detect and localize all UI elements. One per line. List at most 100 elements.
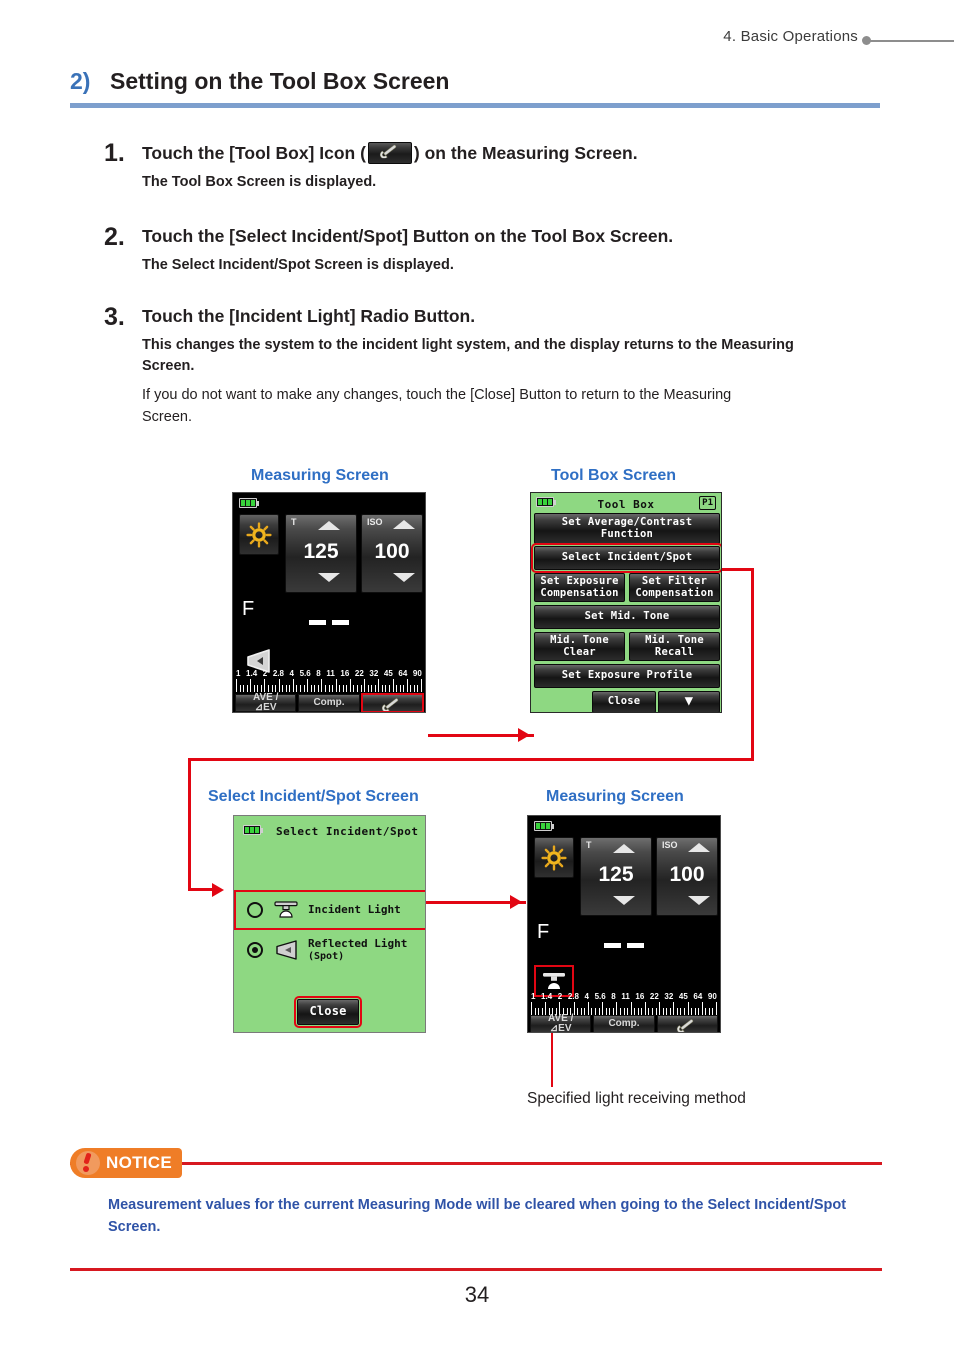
wrench-icon: [677, 1018, 694, 1032]
iso-up-icon[interactable]: [393, 520, 415, 529]
scale-tick-label: 5.6: [299, 669, 311, 678]
step-3-subtext: This changes the system to the incident …: [142, 336, 794, 374]
figure-group: Measuring Screen T 125 ISO 100 F 1 1.4 2…: [0, 458, 954, 1107]
scale-tick-label: 8: [316, 669, 321, 678]
toolbox-title: Tool Box: [597, 498, 655, 511]
iso-down-icon[interactable]: [393, 573, 415, 582]
btn-line1: Set Average/Contrast: [561, 515, 693, 528]
ave-ev-button[interactable]: AVE / ⊿EV: [530, 1012, 592, 1033]
scale-tick-label: 64: [398, 669, 408, 678]
set-exposure-profile-button[interactable]: Set Exposure Profile: [534, 664, 720, 688]
btn-line1: Close: [607, 695, 641, 708]
shutter-value: 125: [303, 540, 339, 563]
aperture-label: F: [242, 598, 255, 620]
select-incident-spot-screen[interactable]: Select Incident/Spot Incident Light Refl…: [233, 815, 426, 1033]
shutter-up-icon[interactable]: [613, 844, 635, 853]
incident-light-radio[interactable]: Incident Light: [234, 890, 425, 930]
close-button[interactable]: Close: [294, 996, 362, 1028]
scale-tick-label: 32: [369, 669, 379, 678]
tool-box-button[interactable]: [656, 1015, 718, 1032]
step-2-subtext: The Select Incident/Spot Screen is displ…: [142, 256, 454, 273]
btn-line2: Clear: [563, 645, 596, 658]
btn-line1: Set Exposure: [540, 574, 619, 587]
btn-line1: Set Mid. Tone: [584, 610, 670, 623]
scale-tick-label: 64: [693, 992, 703, 1001]
section-underline: [70, 103, 880, 108]
aperture-scale-labels: 1 1.4 2 2.8 4 5.6 8 11 16 22 32 45 64 90: [528, 992, 720, 1001]
scale-tick-label: 2: [262, 669, 268, 678]
radio-indicator-icon[interactable]: [247, 942, 263, 958]
close-button[interactable]: Close: [592, 691, 656, 712]
measuring-mode-icon[interactable]: [534, 837, 574, 878]
measuring-screen-bottom[interactable]: T 125 ISO 100 F 1 1.4 2 2.8 4 5.6 8 11 1…: [527, 815, 721, 1033]
next-page-button[interactable]: ▼: [658, 691, 720, 712]
btn-line1: Mid. Tone: [645, 633, 704, 646]
set-mid-tone-button[interactable]: Set Mid. Tone: [534, 605, 720, 629]
select-incident-spot-button[interactable]: Select Incident/Spot: [531, 543, 721, 573]
incident-light-dome-icon: [273, 901, 299, 919]
ave-ev-line1: AVE /: [547, 1012, 574, 1024]
iso-value: 100: [669, 863, 705, 886]
btn-line2: Compensation: [635, 586, 714, 599]
scale-tick-label: 1.4: [541, 992, 553, 1001]
iso-box[interactable]: ISO 100: [656, 837, 718, 916]
set-average-contrast-function-button[interactable]: Set Average/Contrast Function: [534, 513, 720, 544]
comp-button[interactable]: Comp.: [298, 694, 360, 712]
connector-arrow-toolbox: [518, 728, 530, 742]
scale-tick-label: 2.8: [272, 669, 284, 678]
btn-line2: Recall: [654, 645, 695, 658]
reflected-light-spot-radio[interactable]: Reflected Light (Spot): [236, 932, 425, 968]
step-3-number: 3.: [104, 303, 125, 331]
set-filter-compensation-button[interactable]: Set Filter Compensation: [629, 573, 720, 602]
shutter-down-icon[interactable]: [613, 896, 635, 905]
scale-tick-label: 2.8: [567, 992, 579, 1001]
aperture-value: [604, 943, 644, 948]
radio-indicator-icon[interactable]: [247, 902, 263, 918]
shutter-speed-box[interactable]: T 125: [580, 837, 652, 916]
ave-ev-button[interactable]: AVE / ⊿EV: [235, 692, 297, 712]
measuring-screen-top[interactable]: T 125 ISO 100 F 1 1.4 2 2.8 4 5.6 8 11 1…: [232, 492, 426, 713]
tool-box-screen[interactable]: Tool Box P1 Set Average/Contrast Function…: [530, 492, 722, 713]
sun-icon: [541, 844, 567, 871]
iso-down-icon[interactable]: [688, 896, 710, 905]
connector-select-h1: [720, 568, 754, 571]
step-2: 2. Touch the [Select Incident/Spot] Butt…: [104, 223, 894, 276]
step-1: 1. Touch the [Tool Box] Icon () on the M…: [104, 139, 894, 193]
shutter-value: 125: [598, 863, 634, 886]
scale-tick-label: 22: [354, 669, 364, 678]
step-1-number: 1.: [104, 139, 125, 167]
measuring-bottom-bar: AVE / ⊿EV Comp.: [530, 1012, 718, 1033]
measuring-mode-icon[interactable]: [239, 514, 279, 555]
aperture-scale-ticks: [236, 679, 422, 692]
shutter-down-icon[interactable]: [318, 573, 340, 582]
step-3-heading: Touch the [Incident Light] Radio Button.: [142, 306, 476, 326]
shutter-speed-box[interactable]: T 125: [285, 514, 357, 593]
aperture-label: F: [537, 921, 550, 943]
incident-light-dome-icon: [534, 965, 574, 997]
header-rule: [869, 40, 954, 42]
set-exposure-compensation-button[interactable]: Set Exposure Compensation: [534, 573, 625, 602]
mid-tone-clear-button[interactable]: Mid. Tone Clear: [534, 632, 625, 661]
shutter-up-icon[interactable]: [318, 521, 340, 530]
page-number: 34: [464, 1282, 490, 1307]
ave-ev-line2: ⊿EV: [549, 1023, 572, 1033]
scale-tick-label: 4: [289, 669, 294, 678]
notice-bottom-rule: [70, 1268, 882, 1271]
wrench-icon: [382, 697, 399, 712]
scale-tick-label: 22: [649, 992, 659, 1001]
iso-up-icon[interactable]: [688, 843, 710, 852]
reflected-light-label: Reflected Light (Spot): [308, 938, 407, 962]
iso-box[interactable]: ISO 100: [361, 514, 423, 593]
scale-tick-label: 16: [635, 992, 645, 1001]
tool-box-button[interactable]: [360, 693, 424, 712]
select-incident-title: Select Incident/Spot: [276, 825, 419, 838]
btn-line1: Select Incident/Spot: [561, 551, 693, 564]
comp-label: Comp.: [313, 696, 345, 708]
figure-label-measuring-bottom: Measuring Screen: [546, 788, 684, 805]
connector-select-h2: [188, 758, 754, 761]
comp-button[interactable]: Comp.: [593, 1015, 655, 1032]
notice-text: Measurement values for the current Measu…: [108, 1197, 847, 1236]
iso-label: ISO: [662, 840, 678, 850]
mid-tone-recall-button[interactable]: Mid. Tone Recall: [629, 632, 720, 661]
measuring-bottom-bar: AVE / ⊿EV Comp.: [235, 692, 424, 712]
